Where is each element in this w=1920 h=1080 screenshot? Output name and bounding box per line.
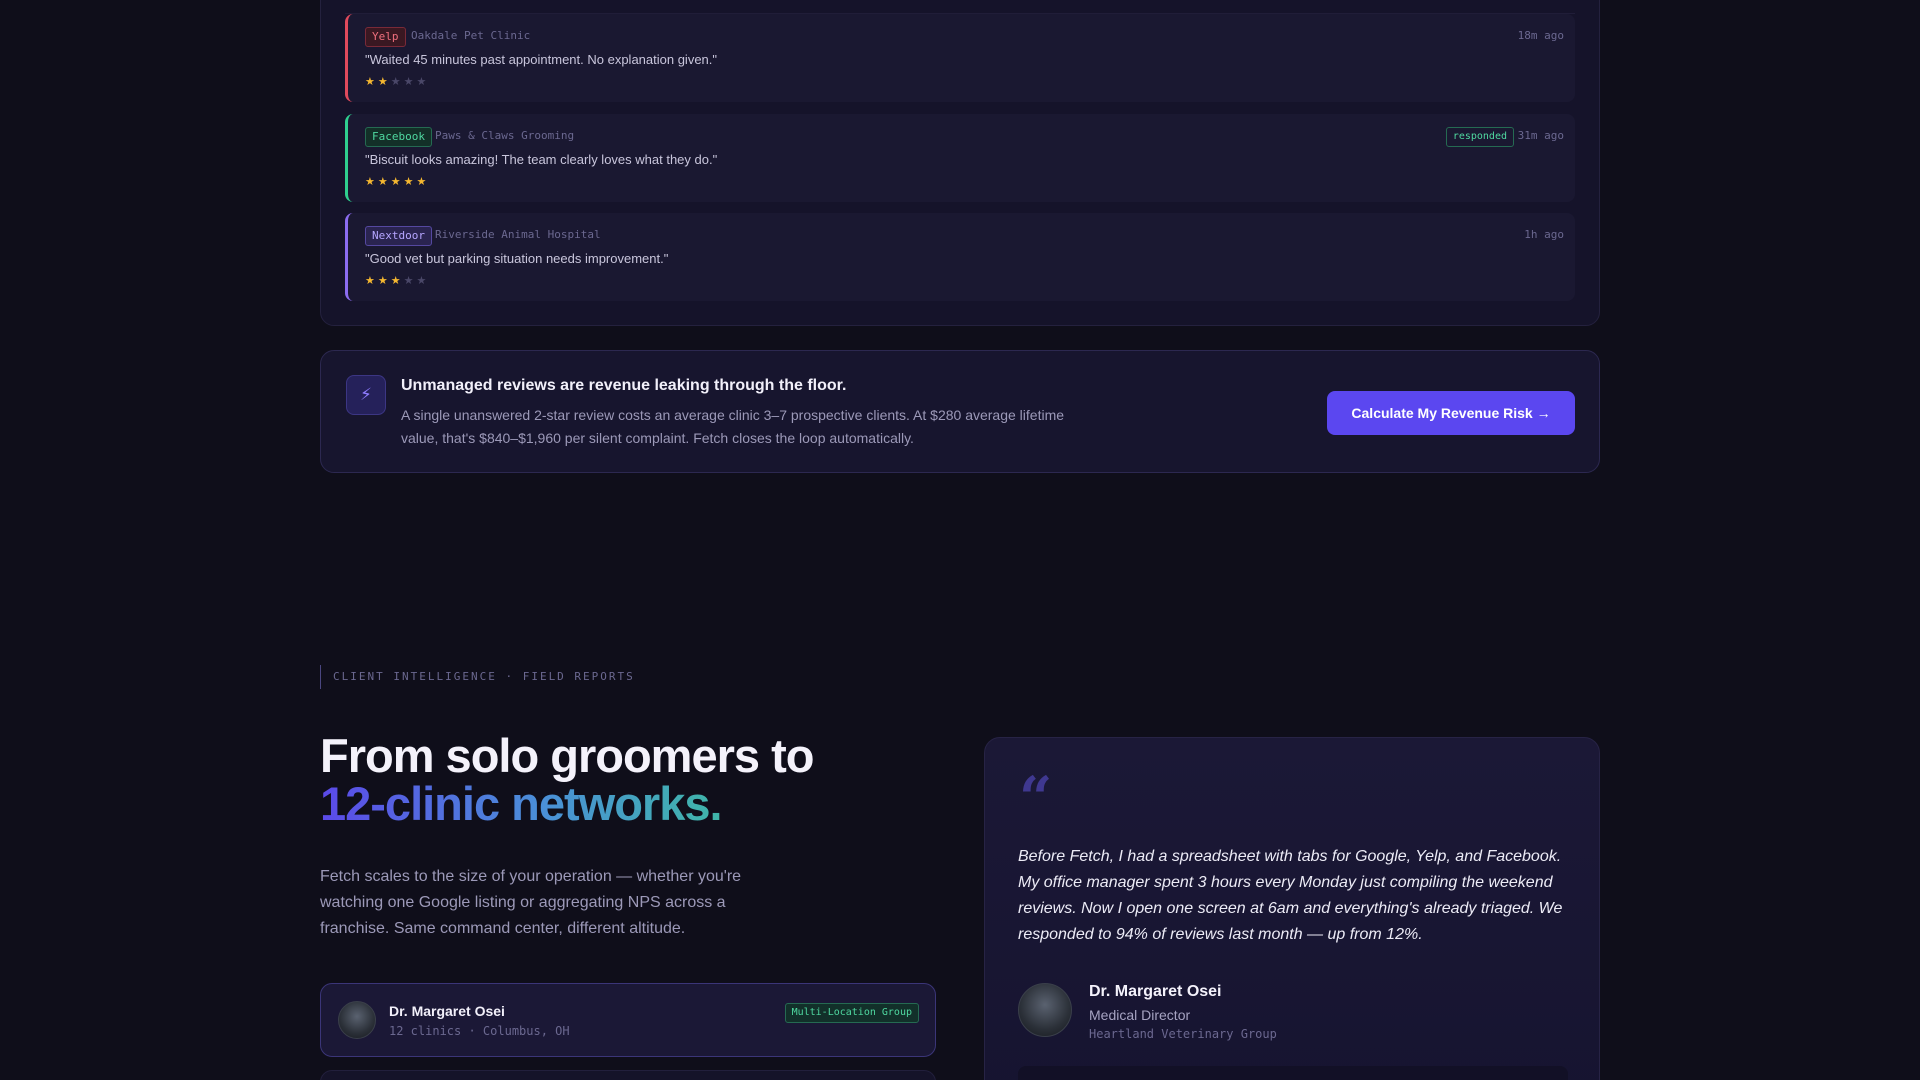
review-text: "Good vet but parking situation needs im…	[365, 251, 669, 266]
star-icon: ★★★★★	[365, 176, 430, 188]
section-eyebrow: CLIENT INTELLIGENCE · FIELD REPORTS	[320, 665, 635, 689]
avatar	[1018, 983, 1072, 1037]
star-empty-icon: ★★★	[390, 76, 430, 88]
calculate-revenue-risk-button[interactable]: Calculate My Revenue Risk →	[1327, 391, 1575, 435]
review-item-nextdoor[interactable]: Nextdoor Riverside Animal Hospital 1h ag…	[345, 213, 1575, 301]
headline-line-2: 12-clinic networks.	[320, 777, 723, 830]
avatar	[338, 1001, 376, 1039]
client-card[interactable]	[320, 1070, 936, 1080]
client-segment-badge: Multi-Location Group	[784, 1003, 919, 1023]
review-time: 1h ago	[1524, 228, 1564, 241]
platform-badge: Nextdoor	[365, 226, 432, 246]
testimonial-footer	[1018, 1066, 1568, 1080]
status-badge: responded	[1445, 127, 1514, 147]
platform-badge: Yelp	[365, 27, 406, 47]
review-time: 31m ago	[1517, 129, 1564, 142]
review-clinic: Riverside Animal Hospital	[435, 228, 601, 241]
review-clinic: Paws & Claws Grooming	[435, 129, 575, 142]
section-lede: Fetch scales to the size of your operati…	[320, 868, 742, 937]
quote-icon: “	[1019, 764, 1053, 832]
testimonial-author-role: Medical Director	[1089, 1007, 1191, 1023]
star-rating: ★★★★★	[365, 75, 429, 88]
revenue-alert-banner: ⚡ Unmanaged reviews are revenue leaking …	[320, 350, 1600, 473]
section-headline: From solo groomers to 12-clinic networks…	[320, 729, 814, 830]
client-name: Dr. Margaret Osei	[389, 1003, 505, 1019]
review-clinic: Oakdale Pet Clinic	[411, 29, 531, 42]
star-icon: ★★★	[365, 275, 404, 287]
client-meta: 12 clinics · Columbus, OH	[389, 1024, 570, 1038]
review-time: 18m ago	[1517, 29, 1564, 42]
review-text: "Biscuit looks amazing! The team clearly…	[365, 152, 718, 167]
alert-body: A single unanswered 2-star review costs …	[401, 407, 1065, 446]
alert-title: Unmanaged reviews are revenue leaking th…	[401, 377, 847, 394]
lightning-icon: ⚡	[346, 375, 386, 415]
client-card-selected[interactable]: Dr. Margaret Osei 12 clinics · Columbus,…	[320, 983, 936, 1057]
star-rating: ★★★★★	[365, 175, 429, 188]
star-icon: ★★	[365, 76, 391, 88]
review-item-yelp[interactable]: Yelp Oakdale Pet Clinic 18m ago "Waited …	[345, 14, 1575, 102]
testimonial-author-name: Dr. Margaret Osei	[1089, 983, 1222, 1000]
star-empty-icon: ★★	[403, 275, 430, 287]
platform-badge: Facebook	[365, 127, 432, 147]
testimonial-card: “ Before Fetch, I had a spreadsheet with…	[984, 737, 1600, 1080]
review-text: "Waited 45 minutes past appointment. No …	[365, 52, 718, 67]
headline-line-1: From solo groomers to	[320, 729, 814, 782]
star-rating: ★★★★★	[365, 274, 429, 287]
review-item-facebook[interactable]: Facebook Paws & Claws Grooming responded…	[345, 114, 1575, 202]
testimonial-author-org: Heartland Veterinary Group	[1089, 1027, 1277, 1041]
feed-divider	[345, 6, 1575, 14]
testimonial-text: Before Fetch, I had a spreadsheet with t…	[1018, 848, 1563, 943]
